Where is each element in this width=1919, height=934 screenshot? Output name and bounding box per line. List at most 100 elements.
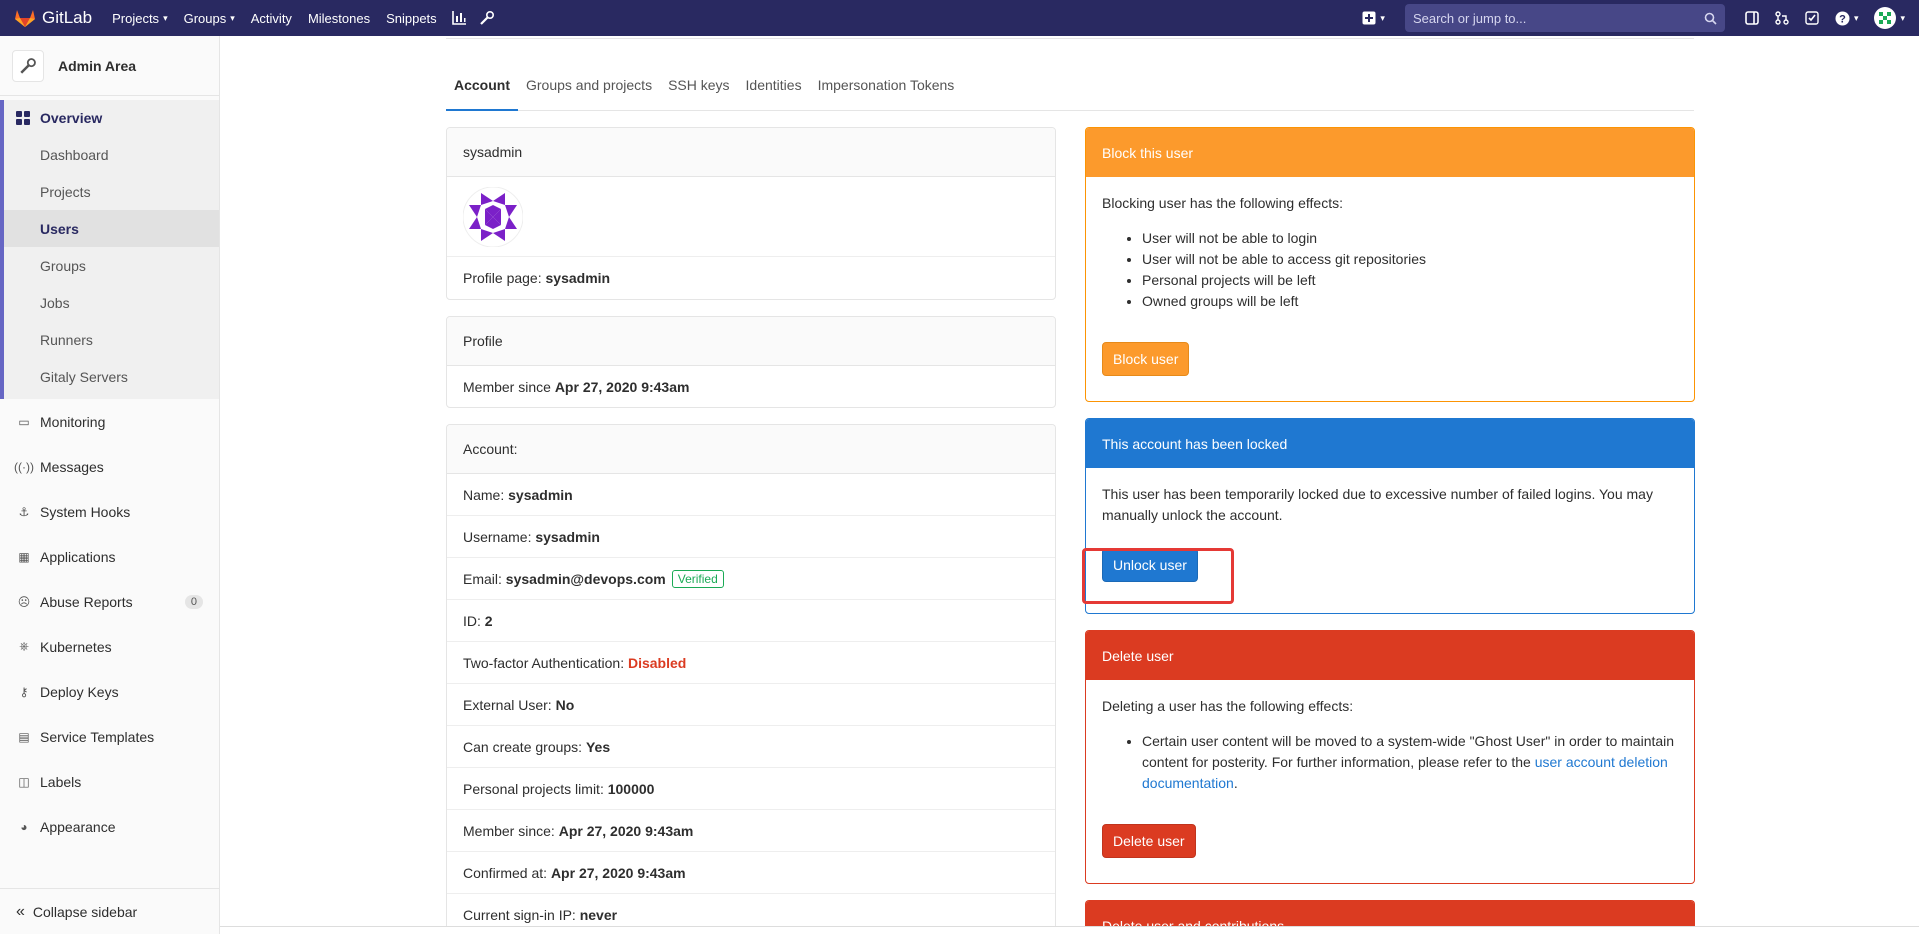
block-card-body: Blocking user has the following effects:… (1086, 177, 1694, 392)
block-card-title: Block this user (1086, 128, 1694, 177)
row-label: Username: (463, 528, 532, 545)
hook-icon: ⚓ (18, 504, 30, 519)
account-row-confirmed: Confirmed at: Apr 27, 2020 9:43am (447, 852, 1055, 894)
row-label: Member since: (463, 822, 555, 839)
member-since-value: Apr 27, 2020 9:43am (554, 379, 690, 395)
sidebar-item-gitaly-servers[interactable]: Gitaly Servers (4, 358, 219, 395)
row-value: sysadmin@devops.com (505, 570, 666, 587)
plus-square-icon[interactable]: ▾ (1362, 11, 1385, 25)
row-label: Personal projects limit: (463, 780, 604, 797)
row-value: 2 (484, 612, 493, 629)
user-card: sysadmin Profile page: sysadmin (446, 127, 1056, 300)
sidebar-item-jobs[interactable]: Jobs (4, 284, 219, 321)
sidebar-item-dashboard[interactable]: Dashboard (4, 136, 219, 173)
sidebar-item-label: Applications (40, 548, 116, 565)
tab-groups-and-projects[interactable]: Groups and projects (518, 66, 660, 111)
palette-icon: ◕ (20, 819, 28, 834)
row-value: sysadmin (508, 486, 573, 503)
row-label: Email: (463, 570, 502, 587)
sidebar-item-labels[interactable]: ◫ Labels (0, 759, 219, 804)
sidebar-icon[interactable] (1745, 11, 1759, 25)
sidebar-item-users[interactable]: Users (4, 210, 219, 247)
profile-card-title: Profile (447, 317, 1055, 366)
list-item: Owned groups will be left (1142, 291, 1678, 312)
wrench-icon (12, 49, 44, 82)
nav-projects-label: Projects (112, 10, 160, 26)
account-row-member-since: Member since: Apr 27, 2020 9:43am (447, 810, 1055, 852)
nav-groups[interactable]: Groups ▾ (184, 11, 235, 26)
sidebar-item-runners[interactable]: Runners (4, 321, 219, 358)
block-intro-text: Blocking user has the following effects: (1102, 195, 1343, 211)
sidebar-item-messages[interactable]: ((·)) Messages (0, 444, 219, 489)
delete-card-title: Delete user (1086, 631, 1694, 680)
chart-icon[interactable] (451, 10, 467, 26)
nav-snippets[interactable]: Snippets (386, 11, 437, 26)
navbar-right: ▾ ? ▾ ▾ (1354, 0, 1919, 36)
list-item: User will not be able to login (1142, 228, 1678, 249)
search-icon (1704, 12, 1717, 25)
merge-request-icon[interactable] (1775, 11, 1789, 25)
sidebar-item-appearance[interactable]: ◕ Appearance (0, 804, 219, 849)
tab-ssh-keys[interactable]: SSH keys (660, 66, 737, 111)
row-label: Current sign-in IP: (463, 907, 576, 923)
sidebar-title: Admin Area (58, 57, 137, 74)
gitlab-logo[interactable]: GitLab (14, 8, 92, 28)
help-icon[interactable]: ? ▾ (1835, 11, 1858, 26)
top-navbar: GitLab Projects ▾ Groups ▾ Activity Milest… (0, 0, 1919, 36)
account-card-title: Account: (447, 425, 1055, 474)
account-row-external: External User: No (447, 684, 1055, 726)
count-badge: 0 (184, 594, 203, 609)
profile-page-link[interactable]: sysadmin (546, 270, 611, 286)
svg-text:?: ? (1839, 13, 1846, 25)
sidebar-item-abuse-reports[interactable]: ☹ Abuse Reports 0 (0, 579, 219, 624)
nav-activity[interactable]: Activity (251, 11, 292, 26)
search-input[interactable] (1412, 10, 1704, 26)
sidebar-item-label: Service Templates (40, 728, 155, 745)
account-row-create-groups: Can create groups: Yes (447, 726, 1055, 768)
nav-milestones[interactable]: Milestones (308, 11, 370, 26)
delete-user-card: Delete user Deleting a user has the foll… (1085, 630, 1695, 884)
profile-card: Profile Member since Apr 27, 2020 9:43am (446, 316, 1056, 408)
sidebar-item-groups[interactable]: Groups (4, 247, 219, 284)
nav-groups-label: Groups (183, 10, 227, 26)
sidebar-item-system-hooks[interactable]: ⚓ System Hooks (0, 489, 219, 534)
tab-impersonation-tokens[interactable]: Impersonation Tokens (810, 66, 963, 111)
sidebar-item-applications[interactable]: ▦ Applications (0, 534, 219, 579)
sidebar-item-monitoring[interactable]: ▭ Monitoring (0, 399, 219, 444)
broadcast-icon: ((·)) (14, 459, 34, 474)
delete-user-button[interactable]: Delete user (1102, 824, 1196, 858)
sidebar-item-kubernetes[interactable]: ⎈ Kubernetes (0, 624, 219, 669)
sidebar-item-label: Labels (40, 773, 82, 790)
key-icon: ⚷ (19, 684, 29, 699)
sidebar-item-projects[interactable]: Projects (4, 173, 219, 210)
wrench-icon[interactable] (479, 10, 495, 26)
grid-icon: ▦ (18, 549, 30, 564)
abuse-icon: ☹ (17, 594, 31, 609)
user-identicon (463, 186, 523, 247)
search-bar[interactable] (1404, 4, 1725, 32)
block-user-button[interactable]: Block user (1102, 342, 1190, 376)
nav-activity-label: Activity (250, 10, 292, 26)
user-avatar-icon[interactable]: ▾ (1874, 7, 1905, 29)
account-row-projects-limit: Personal projects limit: 100000 (447, 768, 1055, 810)
admin-sidebar: Admin Area Overview Dashboard Projects U… (0, 36, 220, 934)
highlight-box (1082, 548, 1234, 604)
chevron-down-icon: ▾ (1380, 12, 1385, 23)
collapse-sidebar-button[interactable]: « Collapse sidebar (0, 888, 219, 934)
sidebar-group-overview: Overview Dashboard Projects Users Groups… (0, 100, 219, 399)
tab-account[interactable]: Account (446, 66, 518, 111)
nav-projects[interactable]: Projects ▾ (112, 11, 168, 26)
nav-milestones-label: Milestones (307, 10, 371, 26)
sidebar-item-overview[interactable]: Overview (4, 100, 219, 136)
tab-identities[interactable]: Identities (738, 66, 810, 111)
sidebar-item-service-templates[interactable]: ▤ Service Templates (0, 714, 219, 759)
sidebar-item-deploy-keys[interactable]: ⚷ Deploy Keys (0, 669, 219, 714)
chevron-down-icon: ▾ (163, 12, 168, 23)
sidebar-header[interactable]: Admin Area (0, 36, 219, 96)
locked-card-title: This account has been locked (1086, 419, 1694, 468)
account-row-username: Username: sysadmin (447, 516, 1055, 558)
chevron-down-icon: ▾ (1900, 12, 1905, 23)
row-value: 100000 (607, 780, 655, 797)
todo-check-icon[interactable] (1805, 11, 1819, 25)
sidebar-item-label: Overview (40, 110, 103, 126)
